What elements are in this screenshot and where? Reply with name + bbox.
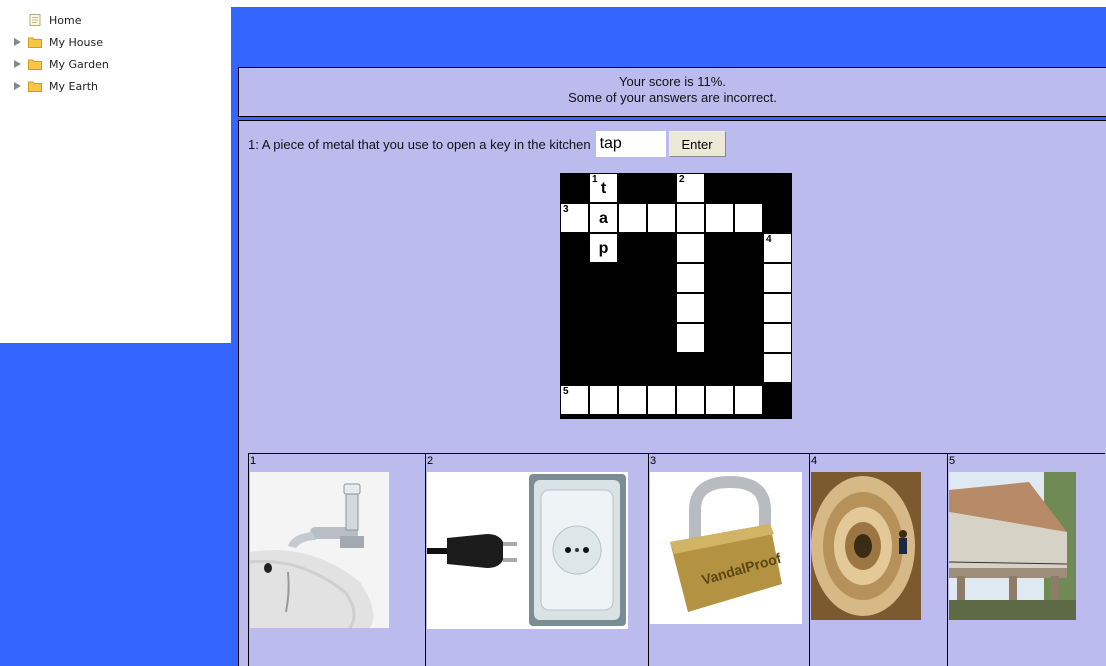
expand-arrow-icon[interactable] [12, 37, 22, 47]
picture-clue-2: 2 [426, 454, 649, 666]
picture-clue-1: 1 [249, 454, 426, 666]
clue-number: 5 [563, 386, 569, 397]
nav-tree: Home My House My Garden My Earth [0, 0, 231, 343]
picture-clues: 1 2 3 VandalProof 4 5 [248, 453, 1105, 666]
grid-cell[interactable] [618, 385, 647, 415]
grid-cell[interactable] [589, 385, 618, 415]
grid-cell[interactable] [676, 385, 705, 415]
grid-cell[interactable] [676, 263, 705, 293]
grid-cell[interactable] [734, 385, 763, 415]
grid-cell[interactable] [734, 203, 763, 233]
grid-cell[interactable]: 5 [560, 385, 589, 415]
score-feedback: Some of your answers are incorrect. [568, 90, 777, 105]
nav-item-home[interactable]: Home [12, 9, 231, 31]
enter-button[interactable]: Enter [668, 131, 726, 157]
grid-cell[interactable] [676, 203, 705, 233]
folder-icon [28, 58, 42, 70]
score-text: Your score is 11%. [619, 74, 726, 89]
grid-cell[interactable]: 1 t [589, 173, 618, 203]
left-blue-background [0, 343, 231, 666]
grid-cell[interactable] [676, 323, 705, 353]
nav-item-my-earth[interactable]: My Earth [12, 75, 231, 97]
picture-clue-4: 4 [810, 454, 948, 666]
padlock-image: VandalProof [650, 472, 802, 624]
nav-item-label: My Garden [49, 57, 109, 71]
house-balcony-image [949, 472, 1076, 620]
plug-and-socket-image [427, 472, 628, 629]
grid-cell[interactable]: 3 [560, 203, 589, 233]
grid-cell[interactable] [647, 385, 676, 415]
spiral-staircase-image [811, 472, 921, 620]
picture-number: 4 [811, 455, 818, 467]
grid-cell[interactable] [618, 203, 647, 233]
nav-item-label: My Earth [49, 79, 98, 93]
grid-cell[interactable]: p [589, 233, 618, 263]
nav-item-label: Home [49, 13, 82, 27]
grid-cell[interactable]: 2 [676, 173, 705, 203]
score-panel: Your score is 11%. Some of your answers … [238, 67, 1106, 117]
picture-number: 1 [250, 455, 257, 467]
cell-letter: t [600, 180, 607, 197]
clue-text: 1: A piece of metal that you use to open… [248, 136, 591, 152]
grid-cell[interactable] [763, 353, 792, 383]
clue-number: 4 [766, 234, 772, 245]
grid-cell[interactable] [763, 263, 792, 293]
picture-number: 5 [949, 455, 956, 467]
clue-number: 3 [563, 204, 569, 215]
nav-item-my-house[interactable]: My House [12, 31, 231, 53]
page-icon [28, 14, 42, 26]
nav-item-label: My House [49, 35, 103, 49]
picture-number: 2 [427, 455, 434, 467]
grid-cell[interactable] [763, 293, 792, 323]
picture-clue-3: 3 VandalProof [649, 454, 810, 666]
grid-cell[interactable]: 4 [763, 233, 792, 263]
tap-image [250, 472, 389, 628]
expand-arrow-icon[interactable] [12, 81, 22, 91]
picture-number: 3 [650, 455, 657, 467]
folder-icon [28, 80, 42, 92]
cell-letter: p [598, 240, 609, 257]
grid-cell[interactable] [705, 385, 734, 415]
clue-number: 2 [679, 174, 685, 185]
crossword-panel: 1: A piece of metal that you use to open… [238, 120, 1106, 666]
expand-arrow-icon[interactable] [12, 59, 22, 69]
grid-cell[interactable] [647, 203, 676, 233]
picture-clue-5: 5 [948, 454, 1106, 666]
grid-cell[interactable]: a [589, 203, 618, 233]
crossword-grid: 1 t 2 3 a p 4 5 [560, 173, 792, 419]
grid-cell[interactable] [705, 203, 734, 233]
cell-letter: a [599, 210, 608, 227]
clue-row: 1: A piece of metal that you use to open… [248, 131, 726, 157]
nav-item-my-garden[interactable]: My Garden [12, 53, 231, 75]
grid-cell[interactable] [676, 293, 705, 323]
grid-cell[interactable] [763, 323, 792, 353]
folder-icon [28, 36, 42, 48]
answer-input[interactable] [595, 131, 666, 157]
grid-cell[interactable] [676, 233, 705, 263]
